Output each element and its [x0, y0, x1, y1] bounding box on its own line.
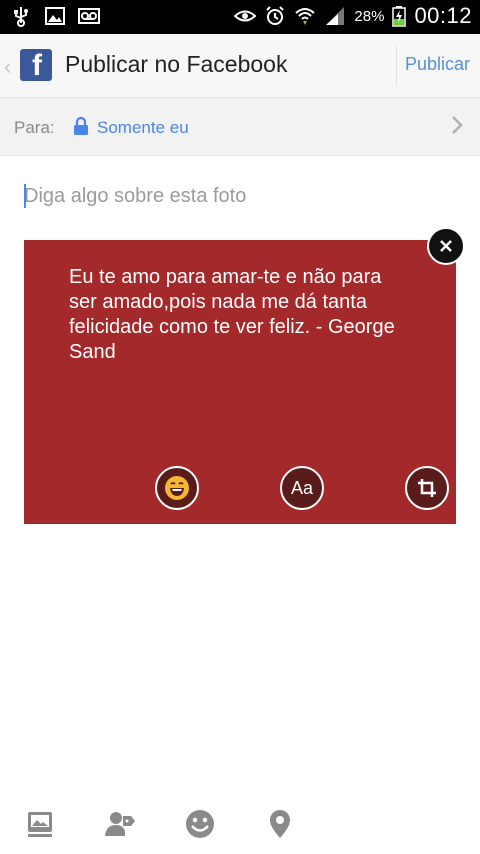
audience-selector[interactable]: Para: Somente eu [0, 98, 480, 156]
page-title: Publicar no Facebook [65, 51, 288, 77]
status-left-icons [10, 5, 100, 27]
eye-icon [234, 10, 257, 22]
tag-people-icon[interactable] [104, 808, 136, 840]
publish-button[interactable]: Publicar [405, 54, 470, 75]
battery-percent: 28% [354, 7, 385, 25]
header-divider [396, 46, 397, 86]
usb-icon [14, 7, 28, 27]
app-bar: ‹ f Publicar no Facebook Publicar [0, 34, 480, 98]
chevron-right-icon[interactable] [450, 114, 464, 136]
remove-photo-button[interactable] [427, 227, 465, 265]
crop-button[interactable] [405, 466, 449, 510]
lock-icon [74, 116, 88, 135]
status-bar: 28% 00:12 [0, 0, 480, 34]
composer-toolbar [0, 800, 480, 850]
voicemail-icon [78, 8, 100, 24]
status-right-icons: 28% 00:12 [234, 3, 472, 29]
battery-icon [392, 6, 407, 27]
quote-text: Eu te amo para amar-te e não para ser am… [69, 266, 395, 363]
audience-label: Para: [14, 118, 55, 137]
image-icon [45, 7, 65, 25]
close-icon [440, 240, 452, 252]
audience-value[interactable]: Somente eu [97, 118, 189, 138]
signal-icon [326, 7, 345, 25]
text-style-button[interactable]: Aa [280, 466, 324, 510]
alarm-icon [266, 6, 285, 25]
status-placeholder: Diga algo sobre esta foto [24, 185, 247, 207]
photo-album-icon[interactable] [24, 808, 56, 840]
sticker-button[interactable] [155, 466, 199, 510]
back-chevron-icon[interactable]: ‹ [4, 54, 11, 80]
laughing-face-icon [165, 476, 189, 500]
text-style-label: Aa [290, 477, 314, 498]
text-caret [24, 184, 26, 208]
location-pin-icon[interactable] [264, 808, 296, 840]
status-input[interactable]: Diga algo sobre esta foto [24, 182, 454, 212]
photo-card: Eu te amo para amar-te e não para ser am… [24, 240, 456, 524]
clock: 00:12 [414, 3, 472, 28]
facebook-logo-icon[interactable]: f [20, 49, 52, 82]
smiley-icon[interactable] [184, 808, 216, 840]
wifi-icon [295, 8, 316, 25]
crop-icon [418, 479, 436, 497]
